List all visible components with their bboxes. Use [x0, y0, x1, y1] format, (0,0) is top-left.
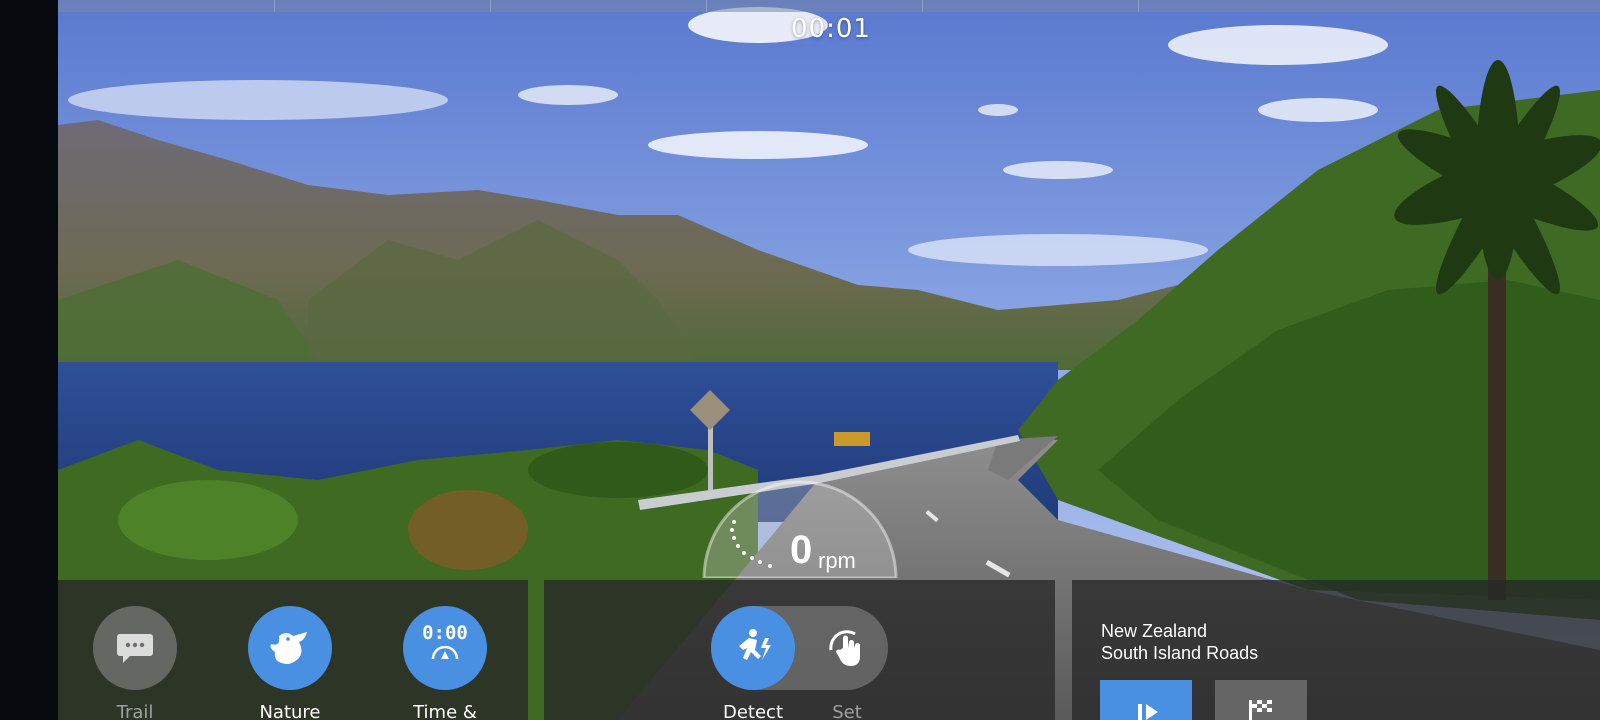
time-label: Time &	[413, 702, 477, 720]
progress-segment-divider	[1138, 0, 1139, 12]
route-name: South Island Roads	[1101, 643, 1259, 663]
route-region: New Zealand	[1101, 621, 1208, 641]
cadence-unit: rpm	[818, 548, 856, 573]
route-title: New Zealand South Island Roads	[1101, 620, 1258, 664]
trail-button[interactable]	[93, 606, 177, 690]
cadence-value: 0	[790, 528, 813, 572]
chat-bubble-icon	[117, 634, 153, 663]
finish-route-button[interactable]	[1215, 680, 1307, 720]
left-rail	[0, 0, 58, 720]
ride-progress-bar	[58, 0, 1600, 12]
trail-label: Trail	[116, 702, 154, 720]
bird-icon	[270, 632, 307, 664]
nature-label: Nature	[259, 702, 321, 720]
time-distance-button[interactable]: 0:00	[403, 606, 487, 690]
hand-gauge-icon	[829, 630, 861, 666]
elapsed-timer: 00:01	[791, 14, 871, 44]
set-label: Set	[832, 702, 862, 720]
clock-gauge-icon	[431, 646, 459, 660]
nature-button[interactable]	[248, 606, 332, 690]
progress-segment-divider	[706, 0, 707, 12]
progress-segment-divider	[490, 0, 491, 12]
start-route-button[interactable]	[1100, 680, 1192, 720]
play-icon	[1138, 704, 1158, 720]
detect-mode-button[interactable]	[711, 606, 795, 690]
set-mode-button[interactable]	[805, 606, 889, 690]
checkered-flag-icon	[1249, 700, 1272, 720]
progress-segment-divider	[922, 0, 923, 12]
time-value: 0:00	[422, 622, 468, 644]
progress-segment-divider	[274, 0, 275, 12]
runner-bolt-icon	[739, 629, 771, 660]
